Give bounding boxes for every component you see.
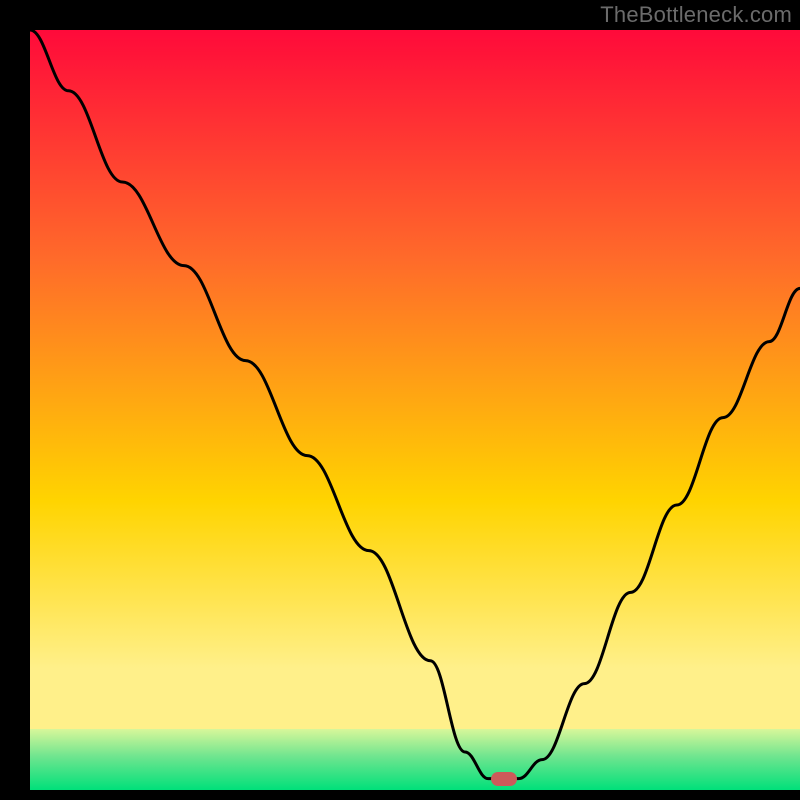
- optimum-marker: [491, 772, 517, 786]
- plot-area: [30, 30, 800, 790]
- watermark-text: TheBottleneck.com: [600, 2, 792, 28]
- bottleneck-curve: [30, 30, 800, 790]
